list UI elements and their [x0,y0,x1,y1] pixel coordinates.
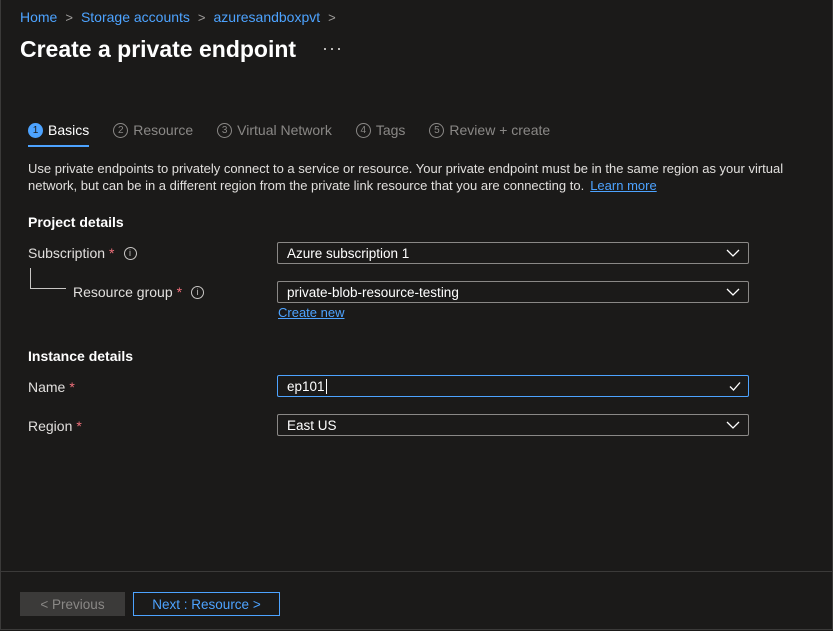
name-label: Name * [28,379,75,395]
window-frame [0,0,833,630]
project-details-heading: Project details [28,214,124,230]
tab-resource[interactable]: 2 Resource [113,119,193,141]
more-options-icon[interactable]: ··· [322,38,343,59]
breadcrumb: Home > Storage accounts > azuresandboxpv… [20,9,344,25]
tab-label: Tags [375,122,406,138]
breadcrumb-home[interactable]: Home [20,9,57,25]
step-number-icon: 5 [429,122,445,138]
required-marker: * [176,284,183,300]
subscription-value: Azure subscription 1 [287,245,410,261]
chevron-down-icon [726,249,740,257]
chevron-right-icon: > [328,9,336,25]
breadcrumb-storage-accounts[interactable]: Storage accounts [81,9,190,25]
learn-more-link[interactable]: Learn more [590,178,656,193]
description-text: Use private endpoints to privately conne… [28,161,784,193]
region-label: Region * [28,418,82,434]
resource-group-value: private-blob-resource-testing [287,284,459,300]
step-number-icon: 4 [355,122,371,138]
label-text: Subscription [28,245,106,261]
chevron-right-icon: > [197,9,206,25]
tab-virtual-network[interactable]: 3 Virtual Network [217,119,332,141]
step-number-icon: 3 [217,122,233,138]
subscription-label: Subscription * i [28,245,137,261]
label-text: Name [28,379,66,395]
tree-connector [30,268,66,289]
label-text: Region [28,418,73,434]
tab-review-create[interactable]: 5 Review + create [429,119,550,141]
tab-label: Review + create [449,122,551,138]
step-number-icon: 1 [28,122,43,138]
name-value: ep101 [287,378,325,394]
resource-group-label: Resource group * i [73,284,205,300]
text-caret [325,378,327,394]
chevron-down-icon [726,421,740,429]
tab-label: Virtual Network [237,122,332,138]
footer-bar [1,571,832,630]
breadcrumb-azuresandboxpvt[interactable]: azuresandboxpvt [214,9,321,25]
info-icon[interactable]: i [191,285,205,299]
region-dropdown[interactable]: East US [277,414,749,436]
previous-button[interactable]: < Previous [20,592,125,616]
checkmark-icon [729,382,741,391]
required-marker: * [69,379,75,395]
wizard-tabs: 1 Basics 2 Resource 3 Virtual Network 4 … [28,119,574,147]
instance-details-heading: Instance details [28,348,134,364]
required-marker: * [76,418,82,434]
chevron-down-icon [726,288,740,296]
tab-label: Resource [133,122,194,138]
create-new-link[interactable]: Create new [278,305,344,320]
chevron-right-icon: > [65,9,73,25]
description: Use private endpoints to privately conne… [28,160,788,194]
resource-group-dropdown[interactable]: private-blob-resource-testing [277,281,749,303]
step-number-icon: 2 [113,122,129,138]
name-input[interactable]: ep101 [277,375,749,397]
page-title: Create a private endpoint [20,36,297,62]
info-icon[interactable]: i [123,246,137,260]
next-resource-button[interactable]: Next : Resource > [133,592,280,616]
tab-tags[interactable]: 4 Tags [355,119,406,141]
required-marker: * [109,245,115,261]
label-text: Resource group [73,284,173,300]
tab-basics[interactable]: 1 Basics [28,119,90,147]
subscription-dropdown[interactable]: Azure subscription 1 [277,242,749,264]
tab-label: Basics [48,122,90,138]
region-value: East US [287,417,337,433]
